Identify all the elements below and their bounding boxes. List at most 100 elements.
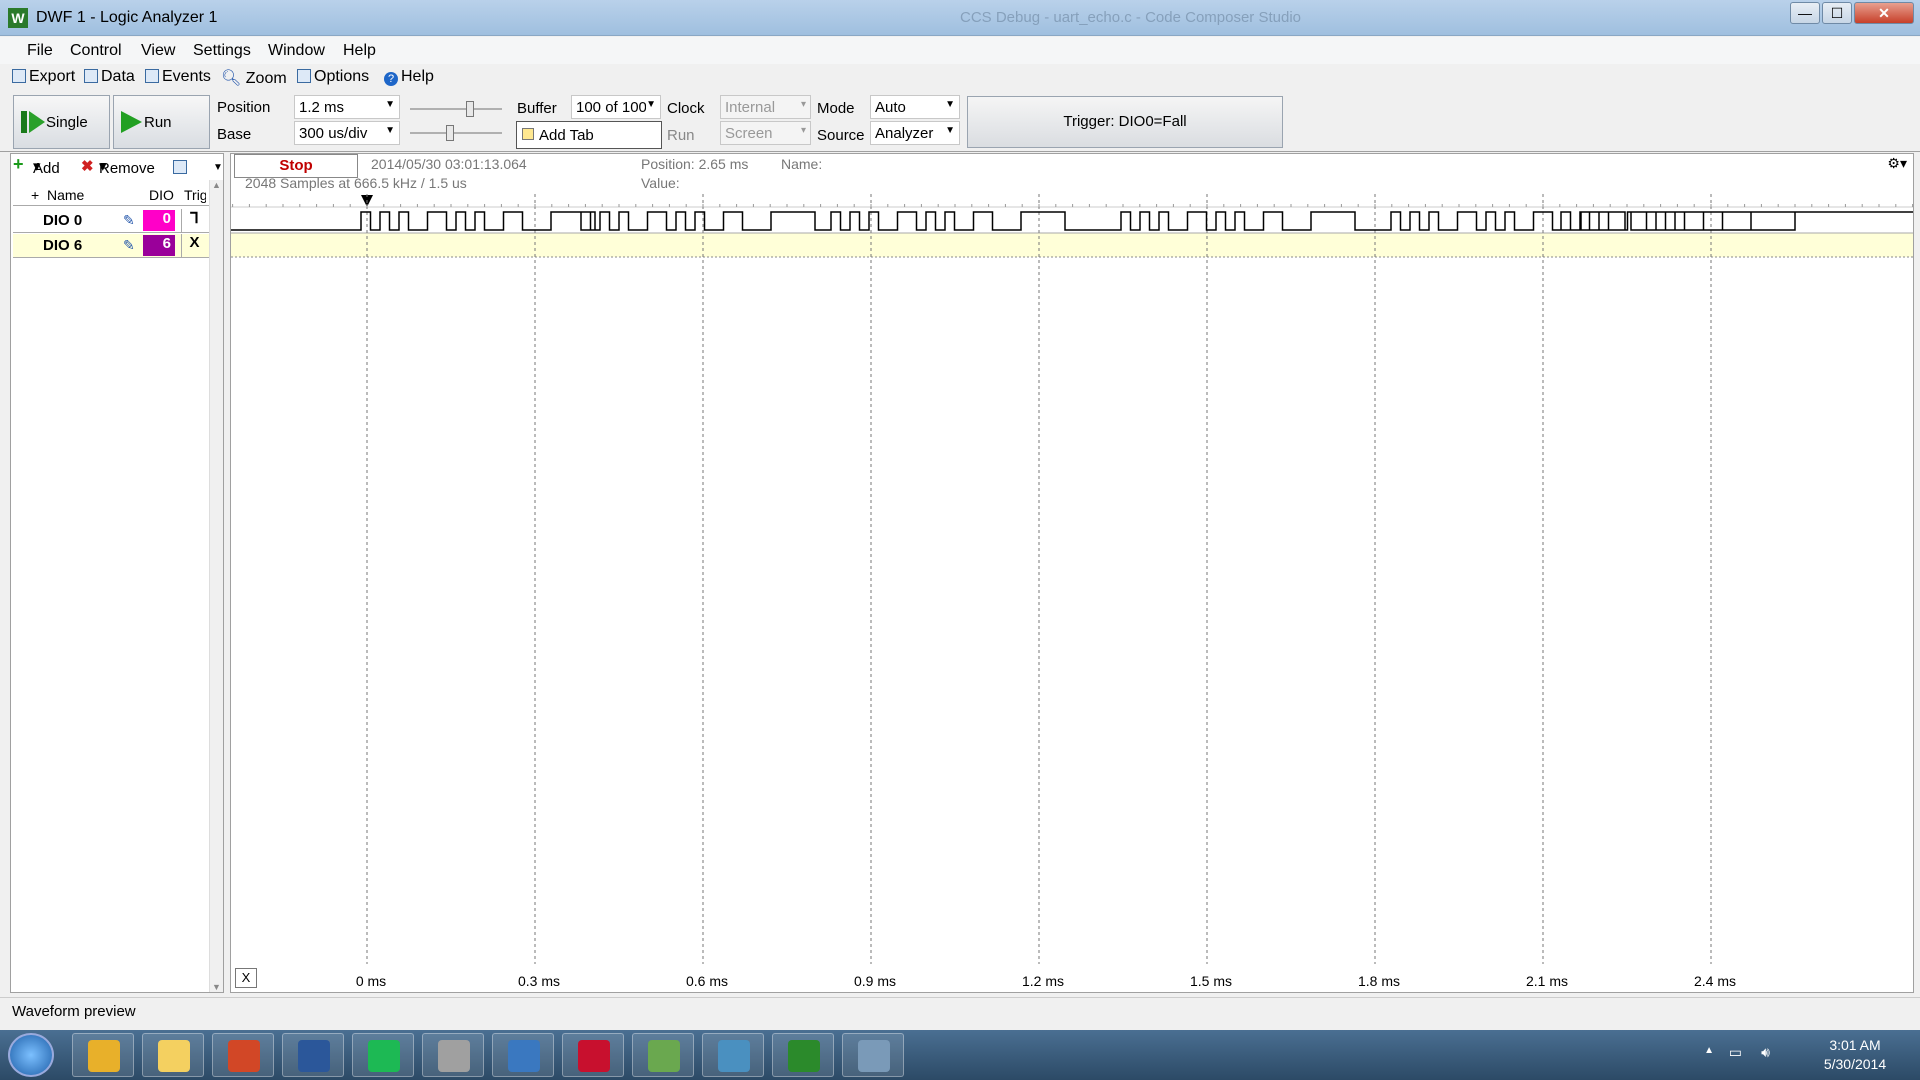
help-button[interactable]: ? Help [384,68,434,86]
x-tick-label: 1.8 ms [1358,973,1400,989]
mode-select[interactable]: Auto ▼ [870,95,960,119]
events-icon [145,69,159,83]
source-select[interactable]: Analyzer ▼ [870,121,960,145]
window-title: DWF 1 - Logic Analyzer 1 [36,9,218,26]
chrome-icon [88,1040,120,1072]
menu-file[interactable]: File [27,42,53,60]
expand-icon[interactable]: + [31,187,39,203]
add-channel-button[interactable]: Add ▾ [33,157,60,177]
menu-bar: File Control View Settings Window Help [0,37,1920,64]
position-slider-thumb[interactable] [466,101,474,117]
scroll-up-icon[interactable]: ▲ [212,180,221,190]
source-label: Source [817,127,865,144]
channel-row[interactable]: DIO 6 ✎ 6 X [13,234,209,258]
windows-taskbar: 3:01 AM 5/30/2014 🔊︎ ▭ ▲ [0,1030,1920,1080]
dropdown-arrow-icon: ▼ [385,125,395,136]
mode-label: Mode [817,100,855,117]
menu-window[interactable]: Window [268,42,325,60]
network-icon [508,1040,540,1072]
status-text: Waveform preview [12,1003,136,1020]
panel-menu-icon[interactable]: ▼ [213,162,223,173]
show-hidden-icons[interactable]: ▲ [1704,1045,1714,1056]
close-button[interactable]: ✕ [1854,2,1914,24]
zoom-button[interactable]: 🔍︎ Zoom [221,68,287,88]
pencil-icon[interactable]: ✎ [123,237,139,253]
virtualbox-icon [438,1040,470,1072]
run-button[interactable]: Run [113,95,210,149]
main-toolbar: Export Data Events 🔍︎ Zoom Options ? Help [0,64,1920,92]
play-icon [121,111,142,133]
base-slider-thumb[interactable] [446,125,454,141]
dropdown-arrow-icon: ▼ [945,99,955,110]
trigger-falling-edge-icon[interactable]: ⅂ [181,209,207,232]
network-icon[interactable] [492,1033,554,1077]
volume-icon[interactable]: 🔊︎ [1761,1044,1770,1061]
x-tick-label: 0.6 ms [686,973,728,989]
menu-settings[interactable]: Settings [193,42,251,60]
acrobat-icon[interactable] [562,1033,624,1077]
run-mode-select[interactable]: Screen ▾ [720,121,811,145]
buffer-select[interactable]: 100 of 100 ▼ [571,95,661,119]
powerpoint-icon [228,1040,260,1072]
virtualbox-icon[interactable] [422,1033,484,1077]
position-input[interactable]: 1.2 ms ▼ [294,95,400,119]
background-window-title: CCS Debug - uart_echo.c - Code Composer … [960,9,1302,26]
calculator-icon[interactable] [842,1033,904,1077]
base-input[interactable]: 300 us/div ▼ [294,121,400,145]
x-tick-label: 2.4 ms [1694,973,1736,989]
edit-channels-button[interactable]: ▾ [173,157,187,175]
dio-number: 6 [143,235,175,256]
dropdown-arrow-icon: ▼ [646,99,656,110]
base-slider[interactable] [410,123,502,143]
word-icon[interactable] [282,1033,344,1077]
maximize-button[interactable]: ☐ [1822,2,1852,24]
remote-desktop-icon[interactable] [702,1033,764,1077]
buffer-label: Buffer [517,100,557,117]
menu-view[interactable]: View [141,42,175,60]
channels-header: + Name DIO Trig [13,184,209,206]
x-tick-label: 0.9 ms [854,973,896,989]
remove-channel-button[interactable]: Remove ▾ [99,157,155,177]
export-button[interactable]: Export [12,68,75,86]
add-tab-button[interactable]: Add Tab [516,121,662,149]
calculator-icon [858,1040,890,1072]
minimize-button[interactable]: — [1790,2,1820,24]
dio6-lane [231,233,1913,257]
events-button[interactable]: Events [145,68,211,86]
toolbar-separator [0,151,1920,152]
system-clock[interactable]: 3:01 AM 5/30/2014 [1810,1036,1900,1074]
status-bar: Waveform preview [0,997,1920,1025]
channels-scrollbar[interactable]: ▲ ▼ [209,180,223,992]
start-button[interactable] [8,1033,54,1077]
options-button[interactable]: Options [297,68,369,86]
notepad-icon[interactable] [632,1033,694,1077]
waveforms-icon [788,1040,820,1072]
data-button[interactable]: Data [84,68,135,86]
position-slider[interactable] [410,99,502,119]
explorer-icon[interactable] [142,1033,204,1077]
x-tick-label: 0 ms [356,973,386,989]
single-button[interactable]: Single [13,95,110,149]
chrome-icon[interactable] [72,1033,134,1077]
clock-select[interactable]: Internal ▾ [720,95,811,119]
waveforms-icon[interactable] [772,1033,834,1077]
waveform-plot[interactable]: Stop 2014/05/30 03:01:13.064 2048 Sample… [230,153,1914,993]
trigger-dont-care-icon[interactable]: X [181,234,207,257]
pencil-icon[interactable]: ✎ [123,212,139,228]
x-tick-label: 1.5 ms [1190,973,1232,989]
dropdown-arrow-icon: ▼ [945,125,955,136]
channel-row[interactable]: DIO 0 ✎ 0 ⅂ [13,209,209,233]
powerpoint-icon[interactable] [212,1033,274,1077]
dropdown-arrow-icon: ▾ [800,99,806,110]
spotify-icon[interactable] [352,1033,414,1077]
network-tray-icon[interactable]: ▭ [1729,1044,1742,1061]
dropdown-arrow-icon: ▾ [800,125,806,136]
trigger-button[interactable]: Trigger: DIO0=Fall [967,96,1283,148]
help-icon: ? [384,72,398,86]
menu-help[interactable]: Help [343,42,376,60]
plus-icon: + [13,154,24,174]
scroll-down-icon[interactable]: ▼ [212,982,221,992]
menu-control[interactable]: Control [70,42,122,60]
clear-button[interactable]: X [235,968,257,988]
clock-label: Clock [667,100,705,117]
